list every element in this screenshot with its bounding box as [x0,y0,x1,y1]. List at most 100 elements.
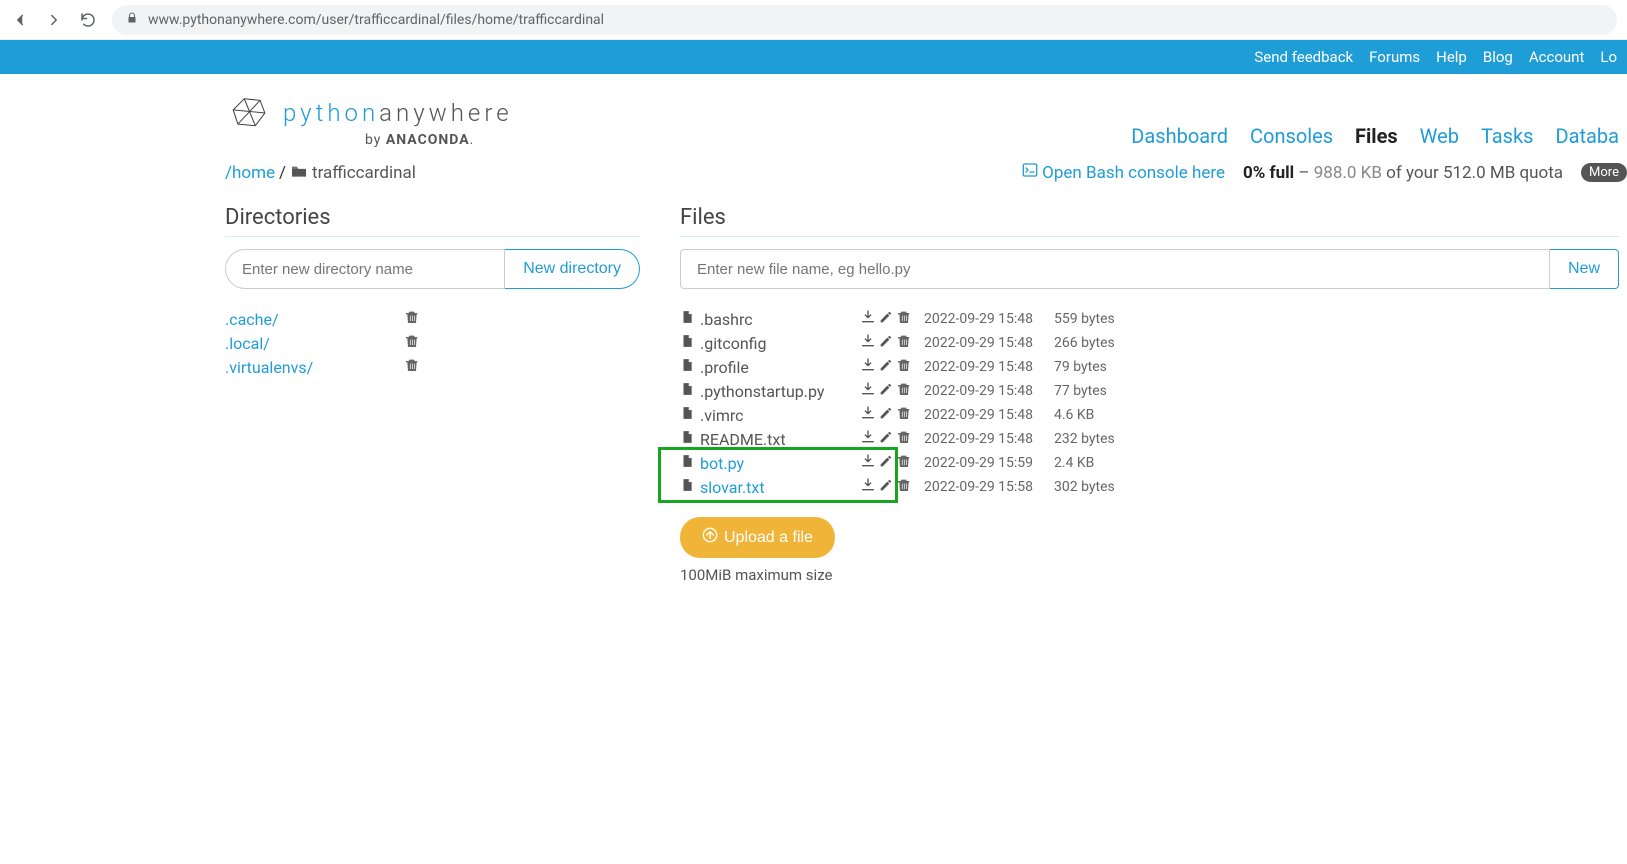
logo-subtext: by ANACONDA. [225,132,474,148]
delete-file-icon[interactable] [896,453,912,473]
terminal-icon [1022,162,1038,183]
file-row: .bashrc2022-09-29 15:48559 bytes [680,307,1619,331]
file-size: 266 bytes [1054,335,1134,351]
file-list: .bashrc2022-09-29 15:48559 bytes.gitconf… [680,307,1619,499]
folder-icon [290,163,308,183]
download-icon[interactable] [860,453,876,473]
breadcrumb-sep: / [279,163,286,183]
send-feedback-link[interactable]: Send feedback [1254,48,1353,66]
open-bash-link[interactable]: Open Bash console here [1022,162,1225,183]
edit-icon[interactable] [878,309,894,329]
file-size: 4.6 KB [1054,407,1134,423]
file-timestamp: 2022-09-29 15:48 [924,359,1054,375]
upload-label: Upload a file [724,529,813,547]
quota-text: 0% full – 988.0 KB of your 512.0 MB quot… [1243,163,1563,183]
file-name[interactable]: README.txt [700,430,860,449]
download-icon[interactable] [860,333,876,353]
file-size: 559 bytes [1054,311,1134,327]
reload-icon[interactable] [78,9,98,30]
directories-column: Directories New directory .cache/ .local/… [225,205,640,584]
edit-icon[interactable] [878,357,894,377]
delete-directory-icon[interactable] [404,357,640,377]
file-name[interactable]: .pythonstartup.py [700,382,860,401]
directory-link[interactable]: .cache/ [225,310,279,329]
file-size: 77 bytes [1054,383,1134,399]
file-timestamp: 2022-09-29 15:59 [924,455,1054,471]
forums-link[interactable]: Forums [1369,48,1420,66]
file-icon [680,453,700,473]
file-name[interactable]: .vimrc [700,406,860,425]
new-directory-button[interactable]: New directory [505,249,640,289]
new-file-input[interactable] [680,249,1550,289]
edit-icon[interactable] [878,429,894,449]
edit-icon[interactable] [878,477,894,497]
file-row: .profile2022-09-29 15:4879 bytes [680,355,1619,379]
delete-file-icon[interactable] [896,381,912,401]
directory-list: .cache/ .local/ .virtualenvs/ [225,307,640,379]
edit-icon[interactable] [878,381,894,401]
help-link[interactable]: Help [1436,48,1467,66]
file-row: README.txt2022-09-29 15:48232 bytes [680,427,1619,451]
blog-link[interactable]: Blog [1483,48,1513,66]
directories-heading: Directories [225,205,640,237]
file-timestamp: 2022-09-29 15:48 [924,335,1054,351]
nav-web[interactable]: Web [1420,124,1459,148]
open-bash-label: Open Bash console here [1042,163,1225,183]
forward-icon[interactable] [44,9,64,30]
file-name[interactable]: .bashrc [700,310,860,329]
file-name[interactable]: .gitconfig [700,334,860,353]
nav-dashboard[interactable]: Dashboard [1131,124,1228,148]
nav-files[interactable]: Files [1355,124,1398,148]
delete-file-icon[interactable] [896,405,912,425]
file-row: .vimrc2022-09-29 15:484.6 KB [680,403,1619,427]
file-name[interactable]: bot.py [700,454,860,473]
delete-file-icon[interactable] [896,333,912,353]
download-icon[interactable] [860,309,876,329]
edit-icon[interactable] [878,453,894,473]
new-file-button[interactable]: New [1550,249,1619,289]
file-row: slovar.txt2022-09-29 15:58302 bytes [680,475,1619,499]
download-icon[interactable] [860,381,876,401]
delete-directory-icon[interactable] [404,309,640,329]
delete-file-icon[interactable] [896,309,912,329]
files-heading: Files [680,205,1619,237]
edit-icon[interactable] [878,405,894,425]
nav-tasks[interactable]: Tasks [1481,124,1534,148]
breadcrumb-home[interactable]: /home [225,163,275,183]
delete-directory-icon[interactable] [404,333,640,353]
file-row: .gitconfig 2022-09-29 15:48266 bytes [680,331,1619,355]
breadcrumb: /home/ trafficcardinal [225,163,416,183]
file-row: bot.py2022-09-29 15:592.4 KB [680,451,1619,475]
delete-file-icon[interactable] [896,477,912,497]
files-column: Files New .bashrc2022-09-29 15:48559 byt… [680,205,1627,584]
edit-icon[interactable] [878,333,894,353]
download-icon[interactable] [860,477,876,497]
file-name[interactable]: .profile [700,358,860,377]
download-icon[interactable] [860,405,876,425]
more-badge[interactable]: More [1581,163,1627,182]
logo-text: pythonanywhere [283,99,513,127]
main-navigation: Dashboard Consoles Files Web Tasks Datab… [1131,124,1627,148]
breadcrumb-current: trafficcardinal [312,163,416,183]
logo[interactable]: pythonanywhere by ANACONDA. [225,94,513,148]
back-icon[interactable] [10,9,30,30]
file-timestamp: 2022-09-29 15:48 [924,431,1054,447]
new-directory-input[interactable] [225,249,505,289]
download-icon[interactable] [860,357,876,377]
logo-mark-icon [225,94,273,132]
directory-link[interactable]: .virtualenvs/ [225,358,313,377]
upload-button[interactable]: Upload a file [680,517,835,558]
delete-file-icon[interactable] [896,357,912,377]
directory-row: .local/ [225,331,640,355]
directory-link[interactable]: .local/ [225,334,270,353]
nav-consoles[interactable]: Consoles [1250,124,1333,148]
download-icon[interactable] [860,429,876,449]
file-row: .pythonstartup.py2022-09-29 15:4877 byte… [680,379,1619,403]
delete-file-icon[interactable] [896,429,912,449]
nav-databases[interactable]: Databa [1555,124,1619,148]
file-name[interactable]: slovar.txt [700,478,860,497]
logout-link[interactable]: Lo [1600,48,1617,66]
upload-icon [702,527,718,548]
url-bar[interactable]: www.pythonanywhere.com/user/trafficcardi… [112,5,1617,35]
account-link[interactable]: Account [1529,48,1585,66]
